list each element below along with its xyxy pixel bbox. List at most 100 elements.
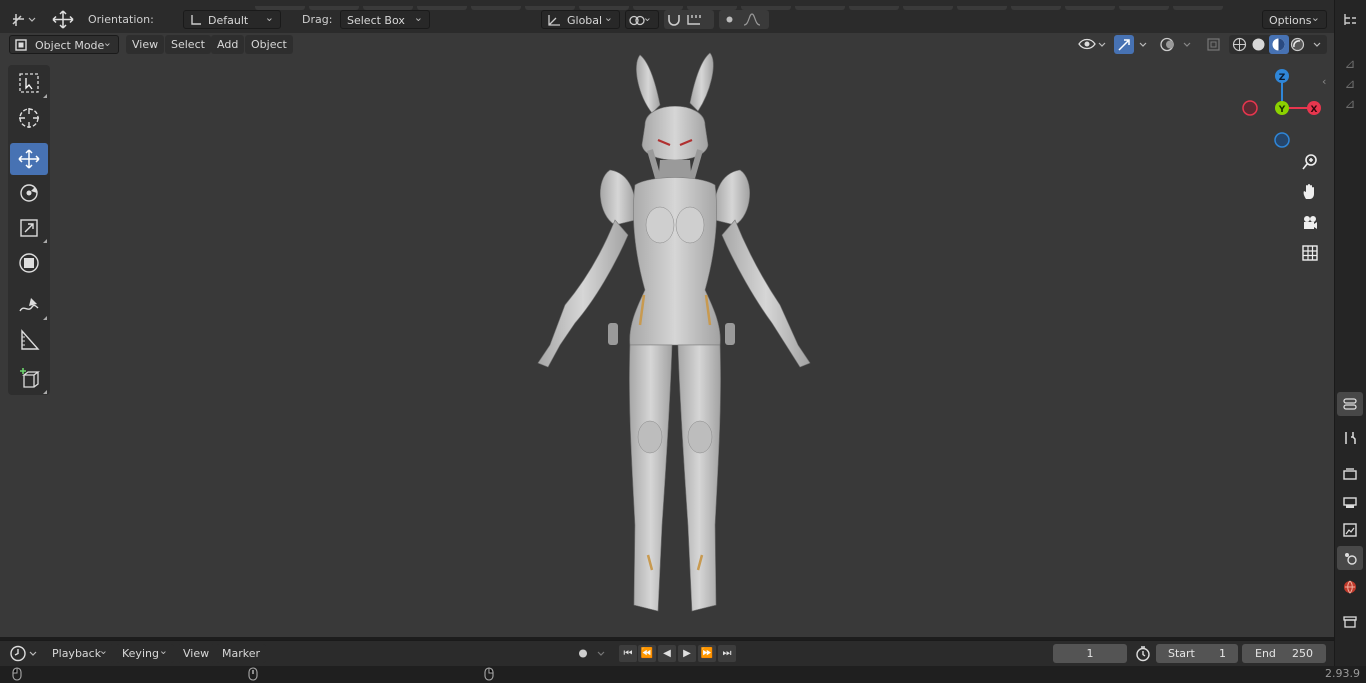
select-box-icon[interactable] xyxy=(10,67,48,99)
menu-view[interactable]: View xyxy=(126,35,165,54)
annotate-icon[interactable] xyxy=(10,289,48,321)
xray-icon xyxy=(1207,38,1220,51)
play-icon[interactable]: ▶ xyxy=(678,645,696,662)
status-bar xyxy=(0,666,1366,683)
start-label: Start xyxy=(1168,647,1195,660)
editor-type-dropdown[interactable] xyxy=(10,10,38,29)
playback-label: Playback xyxy=(52,647,102,660)
drag-value: Select Box xyxy=(347,14,405,27)
axis-x-label: X xyxy=(1311,105,1318,115)
menu-object[interactable]: Object xyxy=(245,35,293,54)
jump-end-icon[interactable]: ⏭ xyxy=(718,645,736,662)
pivot-icon xyxy=(629,15,645,26)
pan-hand-icon[interactable] xyxy=(1297,179,1323,205)
keyframe-marker-icon: ⊿ xyxy=(1344,96,1356,112)
add-cube-icon[interactable] xyxy=(10,363,48,395)
cursor-icon[interactable] xyxy=(10,102,48,134)
drag-dropdown[interactable]: Select Box xyxy=(340,8,430,29)
properties-editor-icon[interactable] xyxy=(1337,392,1363,416)
workspace-tabs-strip[interactable] xyxy=(255,0,1305,10)
start-frame-field[interactable]: Start 1 xyxy=(1156,644,1238,663)
rendered-shading-icon xyxy=(1290,37,1305,52)
grid-perspective-icon[interactable] xyxy=(1297,240,1323,266)
camera-icon[interactable] xyxy=(1297,210,1323,236)
gizmo-toggle[interactable] xyxy=(1114,35,1152,54)
options-dropdown[interactable]: Options xyxy=(1262,8,1327,29)
wireframe-shading-icon xyxy=(1232,37,1247,52)
keying-label: Keying xyxy=(122,647,159,660)
render-icon[interactable] xyxy=(1337,462,1363,486)
timeline-menu-view[interactable]: View xyxy=(177,644,216,663)
character-model[interactable] xyxy=(510,45,830,620)
measure-icon[interactable] xyxy=(10,324,48,356)
end-frame-field[interactable]: End 250 xyxy=(1242,644,1326,663)
playback-dropdown[interactable]: Playback xyxy=(46,641,114,663)
material-shading-icon xyxy=(1272,38,1285,51)
move-tool-icon[interactable] xyxy=(50,9,76,29)
orientation-dropdown[interactable]: Default xyxy=(183,8,281,29)
view-layer-icon[interactable] xyxy=(1337,518,1363,542)
chevron-down-icon xyxy=(1139,42,1147,47)
stopwatch-icon xyxy=(1136,646,1150,662)
axis-y-label: Y xyxy=(1278,105,1286,115)
object-mode-label: Object Mode xyxy=(35,39,105,52)
current-frame-field[interactable]: 1 xyxy=(1053,644,1127,663)
transform-orientation-value: Global xyxy=(567,14,603,27)
tool-icon[interactable] xyxy=(1337,426,1363,450)
outliner-icon[interactable] xyxy=(1337,8,1363,32)
clock-icon xyxy=(10,645,37,662)
jump-keyframe-forward-icon[interactable]: ⏩ xyxy=(698,645,716,662)
proportional-edit-icon xyxy=(726,16,733,23)
play-reverse-icon[interactable]: ◀ xyxy=(658,645,676,662)
current-frame-value: 1 xyxy=(1086,647,1094,660)
proportional-edit-group[interactable] xyxy=(719,10,769,29)
snap-increment-icon xyxy=(687,15,701,25)
jump-keyframe-back-icon[interactable]: ⏪ xyxy=(638,645,656,662)
scene-icon[interactable] xyxy=(1337,546,1363,570)
orientation-label: Orientation: xyxy=(88,13,154,26)
snap-toggle-group[interactable] xyxy=(664,10,714,29)
end-label: End xyxy=(1255,647,1276,660)
mouse-middle-icon xyxy=(246,666,260,683)
output-icon[interactable] xyxy=(1337,490,1363,514)
start-value: 1 xyxy=(1219,647,1226,660)
shading-mode-group[interactable] xyxy=(1229,35,1327,54)
keying-dropdown[interactable]: Keying xyxy=(116,641,174,663)
scale-icon[interactable] xyxy=(10,212,48,244)
gizmo-icon xyxy=(1118,39,1130,51)
axis-neg-z-icon[interactable] xyxy=(1274,132,1290,148)
version-label: 2.93.9 xyxy=(1325,667,1360,680)
drag-label: Drag: xyxy=(302,13,333,26)
timeline-editor-type[interactable] xyxy=(9,644,39,663)
zoom-icon[interactable] xyxy=(1297,149,1323,175)
options-label: Options xyxy=(1269,14,1312,27)
orientation-icon xyxy=(191,15,201,25)
overlays-toggle[interactable] xyxy=(1158,35,1198,54)
preview-range-toggle[interactable] xyxy=(1133,644,1153,663)
world-icon[interactable] xyxy=(1337,575,1363,599)
transform-orientation-dropdown[interactable]: Global xyxy=(541,8,620,29)
timeline-menu-marker[interactable]: Marker xyxy=(216,644,267,663)
auto-keying-toggle[interactable] xyxy=(572,644,612,663)
snap-magnet-icon xyxy=(668,15,680,26)
transform-icon[interactable] xyxy=(10,247,48,279)
collection-icon[interactable] xyxy=(1337,610,1363,634)
move-icon[interactable] xyxy=(10,143,48,175)
object-mode-icon xyxy=(15,39,27,51)
xray-toggle[interactable] xyxy=(1204,35,1224,54)
chevron-down-icon xyxy=(1313,42,1321,47)
record-icon xyxy=(579,649,605,658)
menu-select[interactable]: Select xyxy=(165,35,211,54)
axis-z-label: Z xyxy=(1279,73,1286,83)
object-mode-dropdown[interactable]: Object Mode xyxy=(9,33,119,54)
orientation-value: Default xyxy=(208,14,249,27)
visibility-dropdown[interactable] xyxy=(1077,35,1109,54)
menu-add[interactable]: Add xyxy=(211,35,245,54)
rotate-icon[interactable] xyxy=(10,177,48,209)
falloff-curve-icon xyxy=(743,13,761,26)
global-axes-icon xyxy=(548,15,560,26)
jump-start-icon[interactable]: ⏮ xyxy=(619,645,637,662)
axis-neg-x-icon[interactable] xyxy=(1242,100,1258,116)
pivot-point-dropdown[interactable] xyxy=(625,8,659,29)
navigation-gizmo[interactable]: Z X Y xyxy=(1240,66,1324,150)
